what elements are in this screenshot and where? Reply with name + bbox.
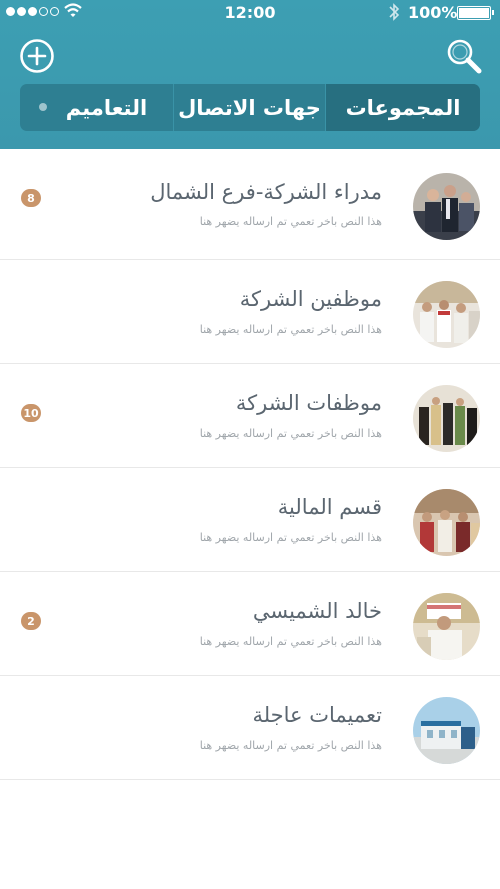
avatar [413,281,480,348]
groups-list: مدراء الشركة-فرع الشمال هذا النص باخر تع… [0,149,500,780]
group-name: موظفات الشركة [235,391,382,415]
group-name: تعميمات عاجلة [252,703,382,727]
unread-dot [39,103,47,111]
last-message-preview: هذا النص باخر تعمي تم ارساله يضهر هنا [199,635,382,648]
tab-label: المجموعات [345,95,461,120]
group-name: خالد الشميسي [252,599,382,623]
last-message-preview: هذا النص باخر تعمي تم ارساله يضهر هنا [199,323,382,336]
list-item[interactable]: خالد الشميسي هذا النص باخر تعمي تم ارسال… [0,572,500,676]
list-item[interactable]: مدراء الشركة-فرع الشمال هذا النص باخر تع… [0,149,500,260]
battery-percent: 100% [408,3,458,22]
list-item[interactable]: موظفات الشركة هذا النص باخر تعمي تم ارسا… [0,364,500,468]
tab-contacts[interactable]: جهات الاتصال [174,84,326,131]
unread-badge: 8 [21,189,41,207]
avatar [413,593,480,660]
avatar [413,489,480,556]
list-item[interactable]: موظفين الشركة هذا النص باخر تعمي تم ارسا… [0,260,500,364]
tab-groups[interactable]: المجموعات [326,84,480,131]
list-item[interactable]: تعميمات عاجلة هذا النص باخر تعمي تم ارسا… [0,676,500,780]
last-message-preview: هذا النص باخر تعمي تم ارساله يضهر هنا [199,427,382,440]
unread-badge: 10 [21,404,41,422]
group-name: مدراء الشركة-فرع الشمال [150,180,382,204]
last-message-preview: هذا النص باخر تعمي تم ارساله يضهر هنا [199,739,382,752]
last-message-preview: هذا النص باخر تعمي تم ارساله يضهر هنا [199,531,382,544]
battery-icon [457,6,494,20]
status-bar: 12:00 100% [0,0,500,24]
avatar [413,173,480,240]
search-icon[interactable] [445,37,483,75]
bluetooth-icon [389,3,400,21]
tab-circulars[interactable]: التعاميم [20,84,174,131]
list-item[interactable]: قسم المالية هذا النص باخر تعمي تم ارساله… [0,468,500,572]
last-message-preview: هذا النص باخر تعمي تم ارساله يضهر هنا [199,215,382,228]
plus-circle-icon[interactable] [19,38,55,74]
tab-label: جهات الاتصال [178,95,321,120]
unread-badge: 2 [21,612,41,630]
avatar [413,697,480,764]
segmented-control: التعاميم جهات الاتصال المجموعات [20,84,480,131]
tab-label: التعاميم [65,95,148,120]
group-name: موظفين الشركة [239,287,382,311]
header-bar: 12:00 100% التعاميم جهات الاتصال المجموع… [0,0,500,149]
group-name: قسم المالية [277,495,382,519]
avatar [413,385,480,452]
